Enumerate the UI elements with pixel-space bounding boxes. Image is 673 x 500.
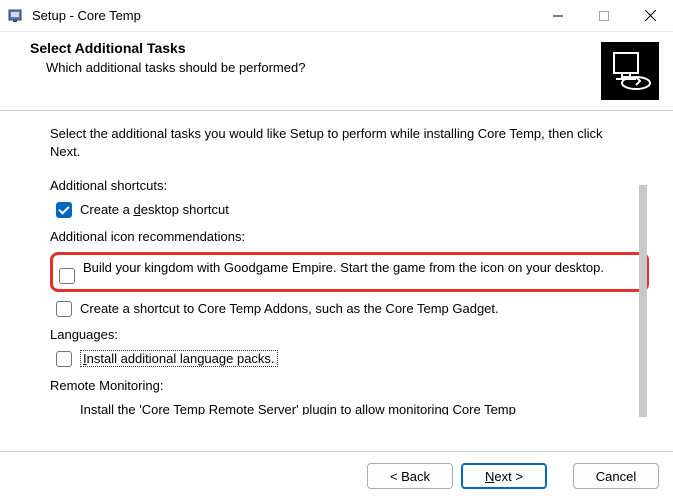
wizard-icon bbox=[601, 42, 659, 100]
close-button[interactable] bbox=[627, 0, 673, 31]
section-remote-label: Remote Monitoring: bbox=[50, 378, 649, 393]
page-title: Select Additional Tasks bbox=[30, 40, 601, 56]
page-subtitle: Which additional tasks should be perform… bbox=[46, 60, 601, 75]
checkbox-icon bbox=[56, 202, 72, 218]
wizard-footer: < Back Next > Cancel bbox=[0, 452, 673, 500]
back-button[interactable]: < Back bbox=[367, 463, 453, 489]
titlebar: Setup - Core Temp bbox=[0, 0, 673, 32]
next-button[interactable]: Next > bbox=[461, 463, 547, 489]
checkbox-language-packs[interactable]: Install additional language packs. bbox=[50, 350, 649, 368]
intro-text: Select the additional tasks you would li… bbox=[50, 125, 649, 160]
checkbox-desktop-shortcut[interactable]: Create a desktop shortcut bbox=[50, 201, 649, 219]
minimize-button[interactable] bbox=[535, 0, 581, 31]
wizard-header: Select Additional Tasks Which additional… bbox=[0, 32, 673, 111]
scrollbar[interactable] bbox=[639, 185, 647, 417]
checkbox-label: Build your kingdom with Goodgame Empire.… bbox=[83, 260, 640, 275]
checkbox-icon bbox=[56, 301, 72, 317]
section-shortcuts-label: Additional shortcuts: bbox=[50, 178, 649, 193]
highlighted-checkbox-goodgame[interactable]: Build your kingdom with Goodgame Empire.… bbox=[50, 252, 649, 292]
checkbox-label: Install the 'Core Temp Remote Server' pl… bbox=[80, 401, 649, 415]
section-recommendations-label: Additional icon recommendations: bbox=[50, 229, 649, 244]
checkbox-label: Create a desktop shortcut bbox=[80, 201, 649, 219]
checkbox-icon bbox=[59, 268, 75, 284]
checkbox-label: Install additional language packs. bbox=[80, 350, 649, 368]
window-controls bbox=[535, 0, 673, 31]
window-title: Setup - Core Temp bbox=[32, 8, 535, 23]
checkbox-label: Create a shortcut to Core Temp Addons, s… bbox=[80, 300, 649, 318]
checkbox-remote-server[interactable]: Install the 'Core Temp Remote Server' pl… bbox=[50, 401, 649, 415]
checkbox-addons-shortcut[interactable]: Create a shortcut to Core Temp Addons, s… bbox=[50, 300, 649, 318]
app-icon bbox=[8, 8, 24, 24]
maximize-button bbox=[581, 0, 627, 31]
content-area: Select the additional tasks you would li… bbox=[0, 111, 673, 437]
cancel-button[interactable]: Cancel bbox=[573, 463, 659, 489]
section-languages-label: Languages: bbox=[50, 327, 649, 342]
checkbox-icon bbox=[56, 351, 72, 367]
